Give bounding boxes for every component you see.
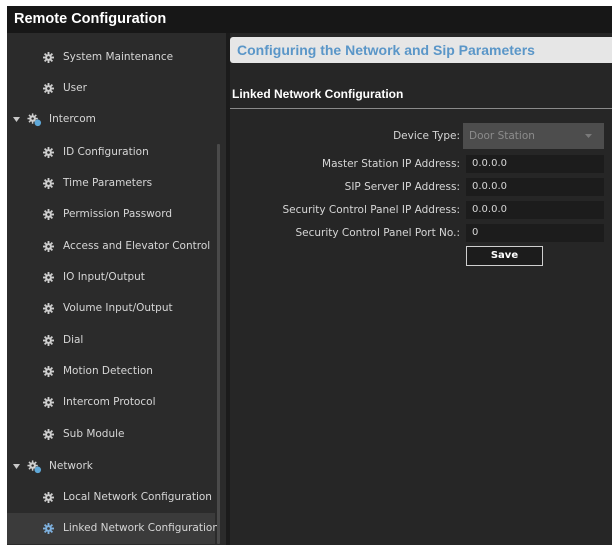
sidebar-item-label: Permission Password (63, 208, 173, 220)
gear-icon (43, 293, 57, 324)
security-panel-ip-input[interactable]: 0.0.0.0 (466, 201, 604, 219)
sidebar-item-volume-input-output[interactable]: Volume Input/Output (7, 293, 215, 324)
page-title: Configuring the Network and Sip Paramete… (230, 37, 612, 63)
chevron-down-icon (585, 123, 592, 149)
main-panel: Configuring the Network and Sip Paramete… (230, 33, 612, 545)
sidebar-item-id-configuration[interactable]: ID Configuration (7, 137, 215, 168)
sidebar-item-label: User (63, 82, 87, 94)
device-type-label: Device Type: (393, 130, 460, 142)
sidebar-item-label: Access and Elevator Control (63, 240, 211, 252)
window-title: Remote Configuration (7, 6, 612, 33)
device-type-value: Door Station (469, 130, 535, 142)
security-panel-ip-label: Security Control Panel IP Address: (282, 204, 460, 216)
security-panel-port-input[interactable]: 0 (466, 224, 604, 242)
gear-icon (43, 73, 57, 104)
sidebar-item-label: Sub Module (63, 428, 125, 440)
sidebar-item-access-elevator-control[interactable]: Access and Elevator Control (7, 231, 215, 262)
remote-configuration-window: Remote Configuration System Maintenance … (7, 6, 612, 545)
sidebar-item-label: Local Network Configuration (63, 491, 212, 503)
sidebar-group-intercom[interactable]: Intercom (7, 104, 215, 135)
gear-icon (43, 262, 57, 293)
save-button[interactable]: Save (466, 246, 543, 266)
gear-icon (43, 356, 57, 387)
sidebar-item-label: Motion Detection (63, 365, 153, 377)
sidebar-item-linked-network-configuration[interactable]: Linked Network Configuration (7, 513, 219, 544)
sidebar-item-label: Intercom (49, 113, 96, 125)
master-station-ip-label: Master Station IP Address: (322, 158, 460, 170)
chevron-down-icon[interactable] (13, 451, 21, 482)
sidebar-item-motion-detection[interactable]: Motion Detection (7, 356, 215, 387)
gear-icon (43, 137, 57, 168)
sidebar-scrollbar[interactable] (217, 144, 220, 544)
sidebar-item-label: Intercom Protocol (63, 396, 156, 408)
sidebar-item-label: Linked Network Configuration (63, 522, 219, 534)
gear-icon (43, 513, 57, 544)
sip-server-ip-label: SIP Server IP Address: (344, 181, 460, 193)
security-panel-port-label: Security Control Panel Port No.: (295, 227, 460, 239)
gear-icon (43, 482, 57, 513)
sidebar-item-io-input-output[interactable]: IO Input/Output (7, 262, 215, 293)
sidebar-item-permission-password[interactable]: Permission Password (7, 199, 215, 230)
sidebar-item-label: Dial (63, 334, 84, 346)
sidebar-group-network[interactable]: Network (7, 451, 215, 482)
sidebar-item-sub-module[interactable]: Sub Module (7, 419, 215, 450)
gear-icon (43, 199, 57, 230)
gear-icon (43, 325, 57, 356)
sidebar-item-dial[interactable]: Dial (7, 325, 215, 356)
chevron-down-icon[interactable] (13, 104, 21, 135)
gear-icon (43, 419, 57, 450)
sidebar-item-label: IO Input/Output (63, 271, 145, 283)
sidebar-item-user[interactable]: User (7, 73, 215, 104)
sip-server-ip-input[interactable]: 0.0.0.0 (466, 178, 604, 196)
sidebar-item-label: Volume Input/Output (63, 302, 173, 314)
sidebar-item-time-parameters[interactable]: Time Parameters (7, 168, 215, 199)
sidebar-item-label: Network (49, 460, 93, 472)
master-station-ip-input[interactable]: 0.0.0.0 (466, 155, 604, 173)
sidebar-item-label: System Maintenance (63, 51, 174, 63)
network-icon (27, 451, 43, 482)
sidebar-item-label: Time Parameters (63, 177, 153, 189)
section-divider (230, 108, 612, 109)
gear-icon (43, 42, 57, 73)
device-type-select[interactable]: Door Station (463, 123, 604, 149)
sidebar-item-local-network-configuration[interactable]: Local Network Configuration (7, 482, 215, 513)
sidebar-item-system-maintenance[interactable]: System Maintenance (7, 42, 215, 73)
gear-icon (43, 231, 57, 262)
gear-icon (43, 387, 57, 418)
sidebar-item-intercom-protocol[interactable]: Intercom Protocol (7, 387, 215, 418)
sidebar: System Maintenance User Intercom ID Conf… (7, 33, 226, 545)
section-title: Linked Network Configuration (232, 87, 404, 101)
network-icon (27, 104, 43, 135)
sidebar-item-label: ID Configuration (63, 146, 149, 158)
gear-icon (43, 168, 57, 199)
